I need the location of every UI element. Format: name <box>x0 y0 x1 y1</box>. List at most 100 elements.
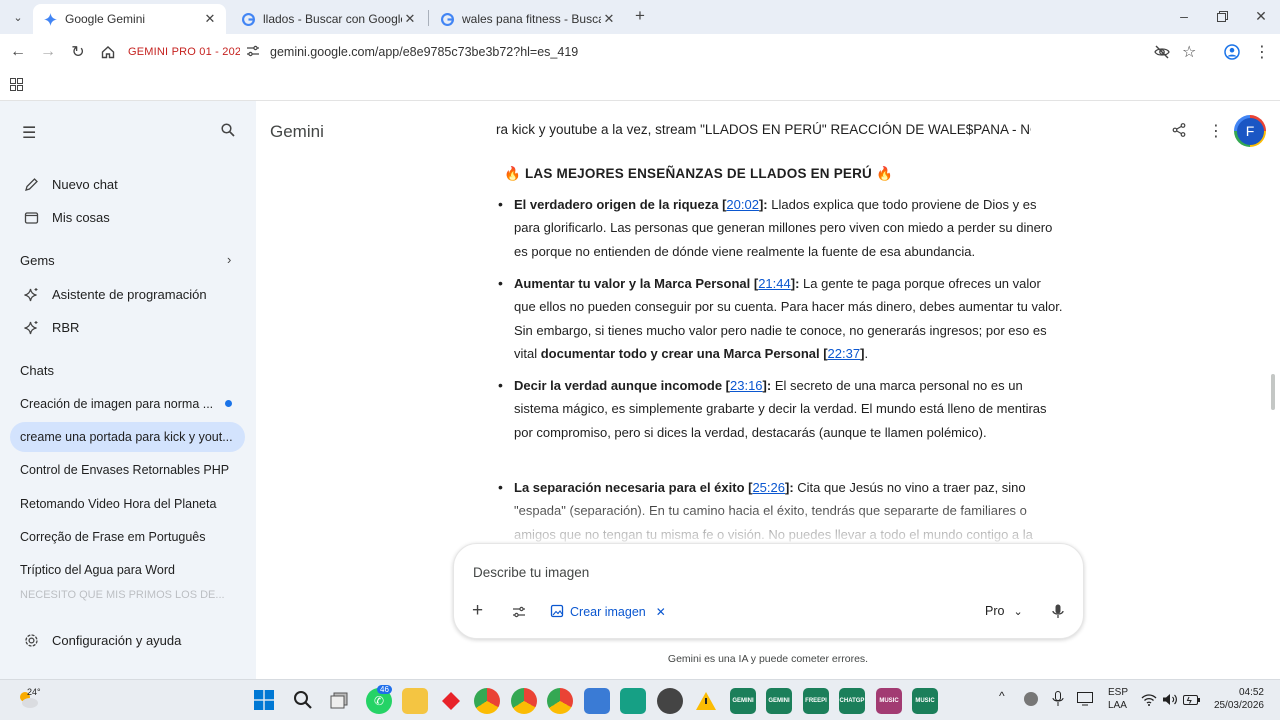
timestamp-link[interactable]: 23:16 <box>730 378 763 393</box>
more-options-kebab-icon[interactable]: ⋮ <box>1208 121 1224 141</box>
address-bar[interactable]: gemini.google.com/app/e8e9785c73be3b72?h… <box>240 38 1245 66</box>
chat-item-faded[interactable]: NECESITO QUE MIS PRIMOS LOS DE... <box>10 589 245 603</box>
chat-item[interactable]: Creación de imagen para norma ... <box>10 389 245 419</box>
home-icon[interactable] <box>96 40 120 64</box>
browser-menu-kebab-icon[interactable]: ⋮ <box>1250 40 1274 64</box>
eye-off-icon[interactable] <box>1154 44 1170 65</box>
tray-microphone-icon[interactable] <box>1052 691 1064 712</box>
profile-icon[interactable] <box>1220 40 1244 64</box>
taskbar-app-gemini[interactable]: GEMINI <box>766 688 792 714</box>
chat-item[interactable]: Correção de Frase em Português <box>10 522 245 552</box>
bookmark-gemini-pro[interactable]: GEMINI PRO 01 - 2026 <box>128 46 248 58</box>
clock-time[interactable]: 04:52 <box>1211 687 1264 698</box>
taskbar-search-icon[interactable] <box>293 690 313 715</box>
keyboard-layout[interactable]: LAA <box>1108 700 1127 711</box>
conversation-title[interactable]: ra kick y youtube a la vez, stream "LLAD… <box>496 122 1031 137</box>
chat-item[interactable]: Retomando Video Hora del Planeta <box>10 489 245 519</box>
list-item: Aumentar tu valor y la Marca Personal [2… <box>498 272 1064 365</box>
tab-search-chevron-icon[interactable]: ⌄ <box>6 5 30 29</box>
close-tab-icon[interactable]: ✕ <box>202 11 218 27</box>
response-content: 🔥 LAS MEJORES ENSEÑANZAS DE LLADOS EN PE… <box>496 159 1081 542</box>
hamburger-menu-icon[interactable]: ☰ <box>22 123 36 143</box>
timestamp-link[interactable]: 22:37 <box>828 346 861 361</box>
tab-wales-search[interactable]: wales pana fitness - Buscar con ✕ <box>430 4 625 34</box>
forward-arrow-icon[interactable]: → <box>36 40 60 64</box>
minimize-window-icon[interactable]: – <box>1172 4 1196 28</box>
unread-dot-indicator <box>225 400 232 407</box>
chevron-up-icon[interactable]: ^ <box>999 689 1005 703</box>
remove-chip-close-icon[interactable]: ✕ <box>656 605 666 619</box>
chrome-profile-icon[interactable] <box>511 688 537 714</box>
chat-item-active[interactable]: creame una portada para kick y yout... <box>10 422 245 452</box>
gemini-main: Gemini ra kick y youtube a la vez, strea… <box>256 101 1280 679</box>
tools-tune-icon[interactable] <box>512 605 526 624</box>
timestamp-link[interactable]: 25:26 <box>752 480 785 495</box>
file-explorer-icon[interactable] <box>402 688 428 714</box>
gem-spark-icon <box>21 284 41 304</box>
avatar[interactable]: F <box>1234 115 1266 147</box>
warning-app-icon[interactable] <box>693 688 719 714</box>
windows-start-icon[interactable] <box>254 690 274 715</box>
close-window-icon[interactable]: ✕ <box>1249 4 1273 28</box>
site-info-tune-icon[interactable] <box>246 44 260 63</box>
taskbar-app-freepik[interactable]: FREEPI <box>803 688 829 714</box>
list-item: Decir la verdad aunque incomode [23:16]:… <box>498 374 1064 444</box>
language-indicator[interactable]: ESP <box>1108 687 1128 698</box>
prompt-composer[interactable]: Describe tu imagen + Crear imagen ✕ Pro … <box>453 543 1084 639</box>
clock-date[interactable]: 25/03/2026 <box>1211 700 1264 711</box>
red-app-icon[interactable] <box>438 688 464 714</box>
taskbar-app-chatgpt[interactable]: CHATGP <box>839 688 865 714</box>
wifi-icon[interactable] <box>1141 693 1157 711</box>
back-arrow-icon[interactable]: ← <box>6 40 30 64</box>
gem-rbr[interactable]: RBR <box>0 312 256 342</box>
create-image-chip[interactable]: Crear imagen ✕ <box>550 602 666 622</box>
browser-toolbar: ← → ↻ GEMINI PRO 01 - 2026 gemini.google… <box>0 34 1280 70</box>
gem-programming-assistant[interactable]: Asistente de programación <box>0 279 256 309</box>
browser-tab-bar: ⌄ Google Gemini ✕ llados - Buscar con Go… <box>0 0 1280 34</box>
apps-grid-icon[interactable] <box>10 78 23 96</box>
restore-window-icon[interactable] <box>1210 4 1234 28</box>
app-title[interactable]: Gemini <box>270 122 324 142</box>
share-icon[interactable] <box>1172 123 1186 142</box>
vscode-icon[interactable] <box>584 688 610 714</box>
microphone-icon[interactable] <box>1052 604 1064 624</box>
new-tab-plus-icon[interactable]: + <box>628 4 652 28</box>
tab-google-gemini[interactable]: Google Gemini ✕ <box>33 4 226 34</box>
reload-icon[interactable]: ↻ <box>66 40 90 64</box>
prompt-input[interactable]: Describe tu imagen <box>473 565 589 580</box>
close-tab-icon[interactable]: ✕ <box>402 11 418 27</box>
chrome-icon[interactable] <box>474 688 500 714</box>
search-icon[interactable] <box>221 123 235 142</box>
new-chat-button[interactable]: Nuevo chat <box>0 169 256 199</box>
tab-llados-search[interactable]: llados - Buscar con Google ✕ <box>231 4 426 34</box>
timestamp-link[interactable]: 21:44 <box>758 276 791 291</box>
my-stuff-button[interactable]: Mis cosas <box>0 202 256 232</box>
add-plus-icon[interactable]: + <box>472 601 483 621</box>
gems-section-title[interactable]: Gems <box>20 253 55 268</box>
taskbar-app-music[interactable]: MUSIC <box>912 688 938 714</box>
model-selector[interactable]: Pro ⌄ <box>985 604 1023 618</box>
timestamp-link[interactable]: 20:02 <box>726 197 759 212</box>
fire-icon: 🔥 <box>875 166 893 181</box>
chat-item[interactable]: Tríptico del Agua para Word <box>10 555 245 585</box>
tab-separator <box>428 10 429 26</box>
green-app-icon[interactable] <box>620 688 646 714</box>
chevron-right-icon[interactable]: › <box>227 252 231 267</box>
folder-icon <box>21 207 41 227</box>
tray-app-icon[interactable] <box>1024 692 1038 706</box>
bookmark-star-icon[interactable]: ☆ <box>1182 42 1196 62</box>
taskbar-app-music[interactable]: MUSIC <box>876 688 902 714</box>
close-tab-icon[interactable]: ✕ <box>601 11 617 27</box>
obs-icon[interactable] <box>657 688 683 714</box>
tray-display-icon[interactable] <box>1077 692 1093 711</box>
battery-icon[interactable] <box>1183 693 1201 711</box>
settings-help-button[interactable]: Configuración y ayuda <box>0 625 256 655</box>
chat-item[interactable]: Control de Envases Retornables PHP <box>10 455 245 485</box>
scrollbar-thumb[interactable] <box>1271 374 1275 410</box>
task-view-icon[interactable] <box>329 690 349 715</box>
taskbar-app-gemini[interactable]: GEMINI <box>730 688 756 714</box>
disclaimer-text: Gemini es una IA y puede cometer errores… <box>667 653 869 665</box>
chrome-profile-icon[interactable] <box>547 688 573 714</box>
volume-icon[interactable] <box>1162 693 1178 711</box>
gemini-sparkle-icon <box>43 12 57 26</box>
